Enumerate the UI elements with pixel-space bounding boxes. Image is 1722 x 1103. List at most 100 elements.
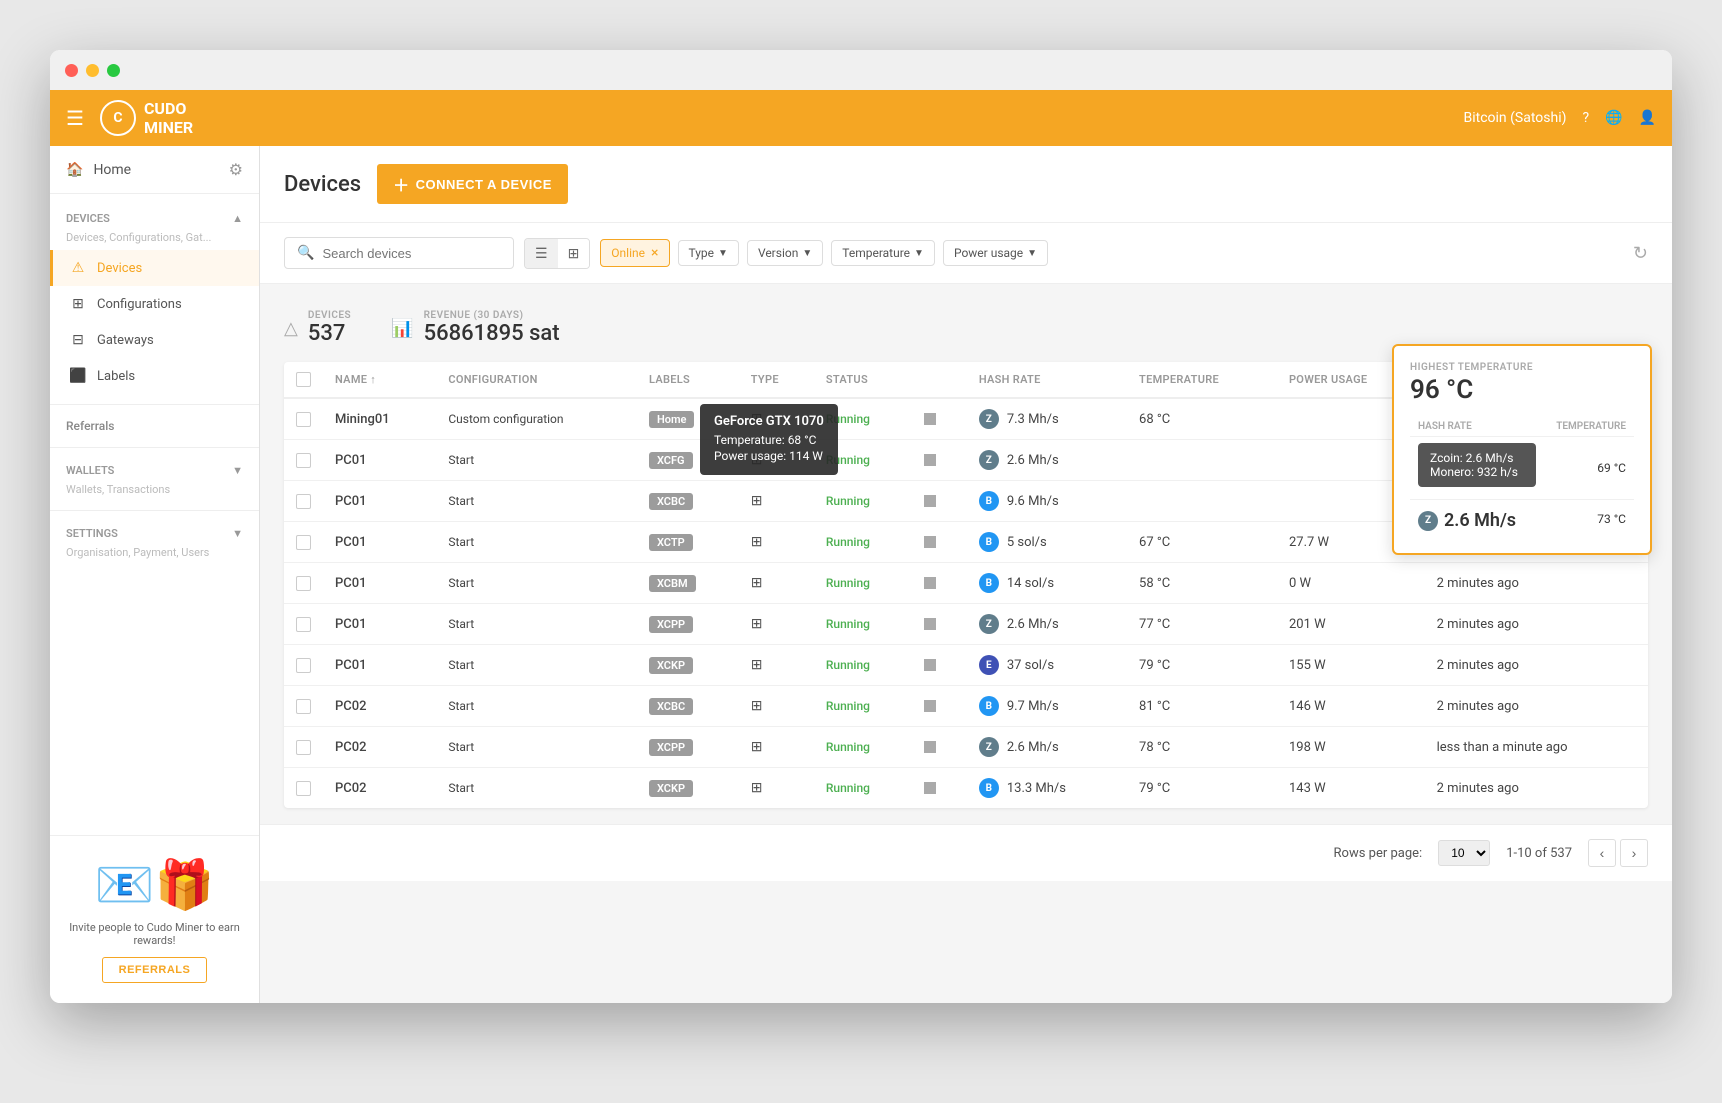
wallets-expand-icon[interactable]: ▼ <box>232 464 243 477</box>
row-checkbox-6[interactable] <box>296 658 311 673</box>
filter-type[interactable]: Type ▼ <box>678 240 739 266</box>
row-checkbox-3[interactable] <box>296 535 311 550</box>
row-os-0: ⊞ <box>739 398 814 440</box>
windows-icon: ⊞ <box>751 534 763 550</box>
search-box[interactable]: 🔍 <box>284 237 514 269</box>
col-temperature: Temperature <box>1127 362 1277 398</box>
row-checkbox-1[interactable] <box>296 453 311 468</box>
row-config-8: Start <box>436 727 637 768</box>
sidebar-home[interactable]: 🏠 Home ⚙ <box>50 146 259 194</box>
sidebar-item-labels[interactable]: ⬛ Labels <box>50 358 259 394</box>
sidebar-item-devices-label: Devices <box>97 261 142 276</box>
devices-section-header[interactable]: Devices ▲ <box>50 204 259 229</box>
filter-temperature[interactable]: Temperature ▼ <box>831 240 935 266</box>
windows-icon: ⊞ <box>751 739 763 755</box>
select-all-checkbox[interactable] <box>296 372 311 387</box>
row-label-7: XCBC <box>637 686 739 727</box>
currency-label[interactable]: Bitcoin (Satoshi) <box>1464 110 1567 126</box>
devices-stat-icon: △ <box>284 318 298 339</box>
row-gpu-3 <box>912 522 967 563</box>
filter-version-chevron: ▼ <box>802 248 812 259</box>
referrals-label[interactable]: Referrals <box>50 413 259 439</box>
row-name-7: PC02 <box>323 686 436 727</box>
row-config-2: Start <box>436 481 637 522</box>
list-view-button[interactable]: ☰ <box>525 239 558 268</box>
row-checkbox-0[interactable] <box>296 412 311 427</box>
sidebar-item-gateways[interactable]: ⊟ Gateways <box>50 322 259 358</box>
row-label-1: XCFG <box>637 440 739 481</box>
search-input[interactable] <box>322 246 501 261</box>
settings-header[interactable]: Settings ▼ <box>50 519 259 544</box>
table-row: PC01 Start XCBM ⊞ Running B 14 sol/s 58 … <box>284 563 1648 604</box>
row-os-2: ⊞ <box>739 481 814 522</box>
sidebar-item-devices[interactable]: ⚠ Devices <box>50 250 259 286</box>
logo-icon: C <box>100 100 136 136</box>
windows-icon: ⊞ <box>751 698 763 714</box>
col-configuration[interactable]: Configuration <box>436 362 637 398</box>
referrals-button[interactable]: REFERRALS <box>102 957 208 983</box>
pagination-range: 1-10 of 537 <box>1506 846 1572 861</box>
filter-version[interactable]: Version ▼ <box>747 240 823 266</box>
row-power-9: 143 W <box>1277 768 1425 809</box>
row-checkbox-2[interactable] <box>296 494 311 509</box>
filter-online-remove[interactable]: × <box>651 245 658 261</box>
sidebar-devices-section: Devices ▲ Devices, Configurations, Gat..… <box>50 194 259 404</box>
row-temp-8: 78 °C <box>1127 727 1277 768</box>
row-label-6: XCKP <box>637 645 739 686</box>
promo-image: 📧🎁 <box>66 856 243 913</box>
row-temp-2 <box>1127 481 1277 522</box>
row-hashrate-9: B 13.3 Mh/s <box>967 768 1127 809</box>
hamburger-icon[interactable]: ☰ <box>66 106 84 130</box>
close-btn[interactable] <box>65 64 78 77</box>
row-checkbox-9[interactable] <box>296 781 311 796</box>
settings-expand-icon[interactable]: ▼ <box>232 527 243 540</box>
view-toggle: ☰ ⊞ <box>524 238 590 269</box>
collapse-icon[interactable]: ▲ <box>232 212 243 225</box>
next-page-button[interactable]: › <box>1620 839 1648 867</box>
filter-online-label: Online <box>611 246 645 260</box>
maximize-btn[interactable] <box>107 64 120 77</box>
settings-icon[interactable]: ⚙ <box>229 160 243 179</box>
row-hashrate-6: E 37 sol/s <box>967 645 1127 686</box>
sidebar-item-configurations-label: Configurations <box>97 297 182 312</box>
grid-view-button[interactable]: ⊞ <box>558 239 590 268</box>
rows-per-page-select[interactable]: 10 25 50 <box>1438 840 1490 866</box>
row-checkbox-5[interactable] <box>296 617 311 632</box>
help-icon[interactable]: ? <box>1583 110 1590 126</box>
col-name[interactable]: Name ↑ <box>323 362 436 398</box>
sidebar-item-configurations[interactable]: ⊞ Configurations <box>50 286 259 322</box>
connect-device-button[interactable]: ＋ CONNECT A DEVICE <box>377 164 568 204</box>
wallets-header[interactable]: Wallets ▼ <box>50 456 259 481</box>
col-labels[interactable]: Labels <box>637 362 739 398</box>
filter-online[interactable]: Online × <box>600 239 669 267</box>
row-checkbox-7[interactable] <box>296 699 311 714</box>
account-icon[interactable]: 👤 <box>1639 110 1656 126</box>
nav-right: Bitcoin (Satoshi) ? 🌐 👤 <box>1464 110 1657 126</box>
row-hashrate-7: B 9.7 Mh/s <box>967 686 1127 727</box>
prev-page-button[interactable]: ‹ <box>1588 839 1616 867</box>
row-lastseen-7: 2 minutes ago <box>1425 686 1648 727</box>
row-lastseen-4: 2 minutes ago <box>1425 563 1648 604</box>
row-temp-4: 58 °C <box>1127 563 1277 604</box>
row-config-0: Custom configuration <box>436 398 637 440</box>
row-label-0: Home <box>637 398 739 440</box>
col-type[interactable]: Type <box>739 362 814 398</box>
row-temp-5: 77 °C <box>1127 604 1277 645</box>
row-checkbox-8[interactable] <box>296 740 311 755</box>
row-hashrate-8: Z 2.6 Mh/s <box>967 727 1127 768</box>
filter-temperature-chevron: ▼ <box>914 248 924 259</box>
language-icon[interactable]: 🌐 <box>1605 110 1622 126</box>
refresh-button[interactable]: ↻ <box>1633 243 1648 264</box>
filter-power[interactable]: Power usage ▼ <box>943 240 1048 266</box>
row-config-6: Start <box>436 645 637 686</box>
devices-stat-value: 537 <box>308 321 351 346</box>
row-checkbox-4[interactable] <box>296 576 311 591</box>
col-status: Status <box>814 362 912 398</box>
filter-chips: Online × Type ▼ Version ▼ Temperature <box>600 239 1048 267</box>
row-name-8: PC02 <box>323 727 436 768</box>
sidebar-settings-group: Settings ▼ Organisation, Payment, Users <box>50 510 259 573</box>
minimize-btn[interactable] <box>86 64 99 77</box>
main-panel: Devices ＋ CONNECT A DEVICE 🔍 ☰ ⊞ <box>260 146 1672 1003</box>
topnav: ☰ C CUDOMINER Bitcoin (Satoshi) ? 🌐 👤 <box>50 90 1672 146</box>
row-os-1: ⊞ <box>739 440 814 481</box>
